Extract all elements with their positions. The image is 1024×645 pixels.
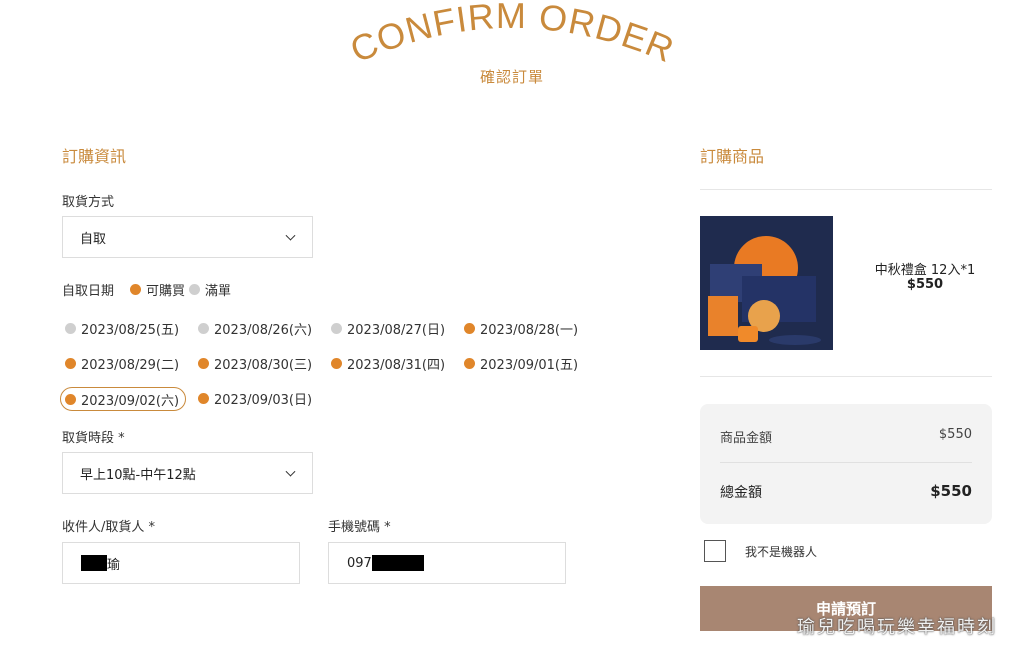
date-option[interactable]: 2023/08/29(二): [60, 351, 186, 375]
available-dot-icon: [130, 284, 142, 295]
date-option[interactable]: 2023/09/01(五): [459, 351, 585, 375]
date-option-label: 2023/08/29(二): [81, 357, 180, 373]
status-dot-icon: [198, 357, 209, 369]
status-dot-icon: [198, 392, 209, 404]
pickup-time-value: 早上10點-中午12點: [80, 467, 196, 483]
svg-text:CONFIRM ORDER: CONFIRM ORDER: [344, 0, 680, 70]
product-name: 中秋禮盒 12入*1: [874, 263, 976, 278]
phone-input[interactable]: 097: [328, 542, 566, 584]
cart-title: 訂購商品: [700, 147, 765, 166]
date-option[interactable]: 2023/09/03(日): [193, 386, 319, 410]
subtotal-label: 商品金額: [720, 431, 773, 446]
date-option[interactable]: 2023/08/31(四): [326, 351, 452, 375]
legend-available-label: 可購買: [146, 284, 186, 299]
date-option-label: 2023/08/25(五): [81, 322, 180, 338]
status-dot-icon: [464, 322, 475, 334]
date-option-label: 2023/08/27(日): [347, 322, 446, 338]
pickup-date-label: 自取日期: [62, 284, 115, 299]
pickup-method-select[interactable]: 自取: [62, 216, 313, 258]
subtotal-value: $550: [938, 427, 972, 442]
chevron-down-icon: [285, 466, 296, 477]
date-option[interactable]: 2023/08/25(五): [60, 316, 186, 340]
captcha-label: 我不是機器人: [745, 545, 818, 559]
order-info-title: 訂購資訊: [62, 147, 127, 166]
date-option-selected[interactable]: 2023/09/02(六): [60, 387, 187, 411]
summary-divider: [720, 462, 972, 463]
phone-label: 手機號碼 *: [328, 520, 391, 535]
pickup-time-select[interactable]: 早上10點-中午12點: [62, 452, 313, 494]
status-dot-icon: [331, 357, 342, 369]
legend-full-label: 滿單: [205, 284, 232, 299]
captcha-checkbox[interactable]: [704, 540, 726, 562]
status-dot-icon: [65, 357, 76, 369]
recipient-input[interactable]: 瑜: [62, 542, 300, 584]
pickup-time-label: 取貨時段 *: [62, 431, 125, 446]
pickup-method-label: 取貨方式: [62, 195, 115, 210]
date-option[interactable]: 2023/08/27(日): [326, 316, 452, 340]
watermark: 瑜兒吃喝玩樂幸福時刻: [797, 617, 997, 638]
date-option-label: 2023/09/01(五): [480, 357, 579, 373]
total-label: 總金額: [720, 485, 762, 501]
subtotal-row: 商品金額 $550: [720, 427, 972, 446]
total-row: 總金額 $550: [720, 482, 972, 502]
date-option-label: 2023/08/28(一): [480, 322, 579, 338]
date-option-label: 2023/09/02(六): [81, 393, 180, 409]
date-option-label: 2023/08/26(六): [214, 322, 313, 338]
order-summary: 商品金額 $550 總金額 $550: [700, 404, 992, 524]
date-option[interactable]: 2023/08/28(一): [459, 316, 585, 340]
date-option-label: 2023/09/03(日): [214, 392, 313, 408]
date-option[interactable]: 2023/08/26(六): [193, 316, 319, 340]
recipient-label: 收件人/取貨人 *: [62, 520, 156, 535]
recipient-value: 瑜: [107, 557, 121, 573]
chevron-down-icon: [285, 230, 296, 241]
date-option-label: 2023/08/30(三): [214, 357, 313, 373]
redaction-block: [81, 555, 107, 571]
redaction-block: [371, 555, 424, 571]
product-illustration: [700, 216, 833, 350]
product-image: [700, 216, 833, 350]
divider: [700, 376, 992, 377]
page-subtitle: 確認訂單: [479, 68, 544, 86]
divider: [700, 189, 992, 190]
status-dot-icon: [198, 322, 209, 334]
full-dot-icon: [189, 284, 201, 295]
total-value: $550: [930, 482, 972, 500]
status-dot-icon: [464, 357, 475, 369]
date-option[interactable]: 2023/08/30(三): [193, 351, 319, 375]
phone-value: 097: [347, 555, 372, 571]
page-title: CONFIRM ORDER: [344, 0, 679, 70]
date-option-label: 2023/08/31(四): [347, 357, 446, 373]
status-dot-icon: [65, 322, 76, 334]
status-dot-icon: [331, 322, 342, 334]
pickup-method-value: 自取: [80, 231, 107, 247]
status-dot-icon: [65, 393, 76, 405]
pickup-date-legend: 自取日期 可購買 滿單: [62, 280, 231, 299]
product-price: $550: [906, 277, 944, 292]
